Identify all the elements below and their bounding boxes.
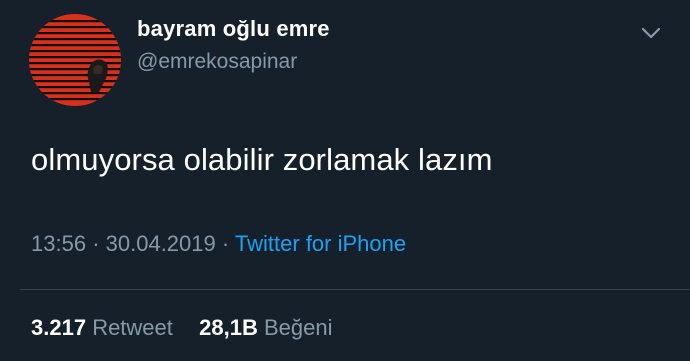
- like-count: 28,1B: [199, 315, 258, 340]
- avatar-image: [29, 14, 121, 106]
- like-label: Beğeni: [264, 315, 333, 340]
- user-handle[interactable]: @emrekosapinar: [137, 50, 297, 74]
- chevron-down-icon[interactable]: [640, 22, 662, 44]
- retweet-count: 3.217: [31, 315, 87, 340]
- divider: [20, 289, 690, 290]
- tweet-source-link[interactable]: Twitter for iPhone: [235, 231, 406, 256]
- tweet-metadata: 13:56 · 30.04.2019 · Twitter for iPhone: [31, 231, 406, 257]
- tweet-card: bayram oğlu emre @emrekosapinar olmuyors…: [0, 0, 690, 361]
- meta-separator: ·: [221, 231, 230, 256]
- display-name[interactable]: bayram oğlu emre: [137, 16, 330, 42]
- meta-separator: ·: [92, 231, 100, 256]
- tweet-text: olmuyorsa olabilir zorlamak lazım: [31, 142, 493, 177]
- avatar[interactable]: [29, 14, 121, 106]
- retweet-label: Retweet: [92, 315, 173, 340]
- like-stat[interactable]: 28,1B Beğeni: [199, 315, 332, 340]
- retweet-stat[interactable]: 3.217 Retweet: [31, 315, 179, 340]
- tweet-date[interactable]: 30.04.2019: [106, 231, 216, 256]
- tweet-stats: 3.217 Retweet 28,1B Beğeni: [31, 315, 333, 341]
- tweet-time: 13:56: [31, 231, 87, 256]
